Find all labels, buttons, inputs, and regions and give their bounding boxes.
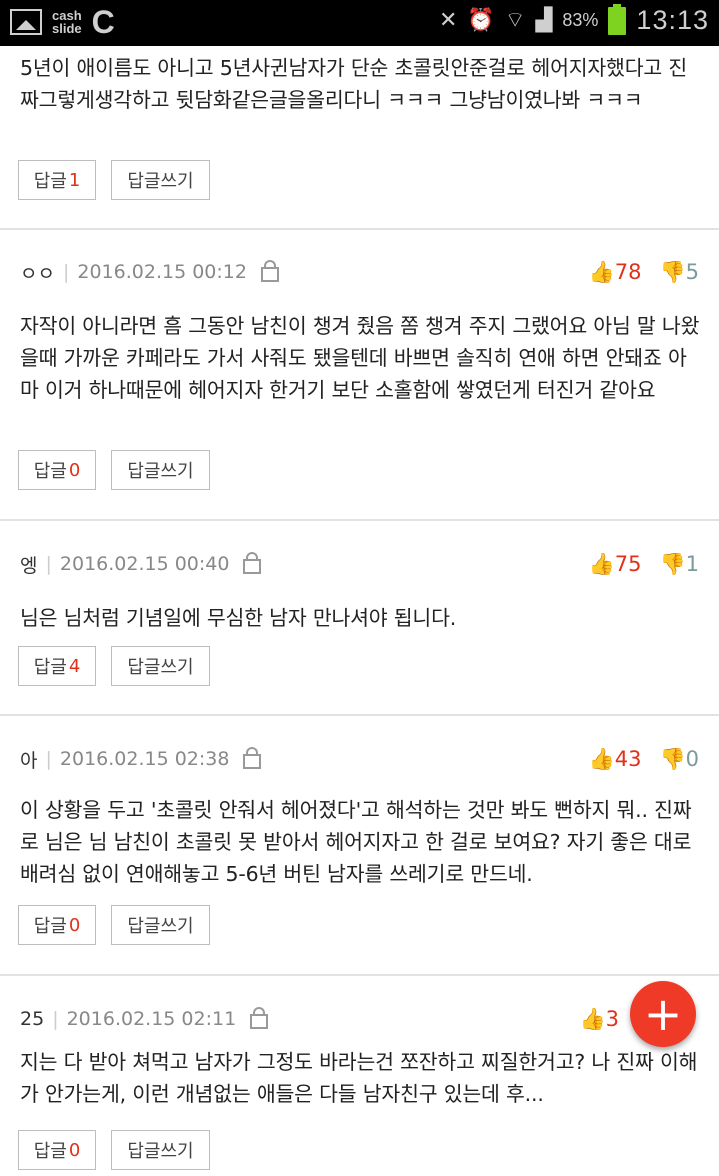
upvote-count: 3 [605, 1006, 619, 1031]
comment-actions: 답글 4 답글쓰기 [18, 646, 210, 686]
thumbs-down-icon: 👎 [659, 551, 686, 576]
reply-label: 답글 [33, 461, 67, 482]
downvote-button[interactable]: 👎1 [659, 552, 699, 577]
upvote-count: 75 [614, 551, 642, 576]
write-reply-button[interactable]: 답글쓰기 [111, 1130, 210, 1170]
lock-icon [243, 551, 262, 574]
comment-date: 2016.02.15 00:12 [77, 261, 247, 283]
comment-date: 2016.02.15 02:38 [59, 748, 230, 770]
comment-meta: 아 | 2016.02.15 02:38 👍43 👎0 [20, 744, 699, 774]
meta-divider: | [45, 748, 52, 770]
downvote-count: 5 [685, 259, 699, 284]
comment-author: ㅇㅇ [20, 262, 55, 285]
meta-divider: | [45, 553, 52, 575]
comment-meta: 엥 | 2016.02.15 00:40 👍75 👎1 [20, 549, 699, 579]
wifi-icon: ⌔ [504, 7, 526, 33]
downvote-button[interactable]: 👎5 [659, 260, 699, 285]
upvote-count: 43 [614, 746, 642, 771]
write-reply-button[interactable]: 답글쓰기 [111, 160, 210, 200]
comment-meta: ㅇㅇ | 2016.02.15 00:12 👍78 👎5 [20, 257, 699, 287]
comment-list: 5년이 애이름도 아니고 5년사귄남자가 단순 초콜릿안준걸로 헤어지자했다고 … [0, 46, 719, 1176]
upvote-button[interactable]: 👍78 [589, 260, 642, 285]
upvote-button[interactable]: 👍3 [579, 1007, 619, 1032]
upvote-button[interactable]: 👍43 [589, 747, 642, 772]
vote-group: 👍78 👎5 [589, 257, 699, 287]
comment-item: 5년이 애이름도 아니고 5년사귄남자가 단순 초콜릿안준걸로 헤어지자했다고 … [0, 46, 719, 230]
comment-author: 25 [20, 1008, 45, 1030]
reply-label: 답글 [33, 171, 67, 192]
status-bar-right: ✕ ⏰ ⌔ ▟ 83% 13:13 [438, 3, 709, 36]
thumbs-up-icon: 👍 [588, 259, 615, 284]
clock: 13:13 [636, 5, 709, 35]
floating-write-button[interactable]: + [630, 981, 696, 1047]
thumbs-up-icon: 👍 [588, 746, 615, 771]
comment-item: 아 | 2016.02.15 02:38 👍43 👎0 이 상황을 두고 '초콜… [0, 716, 719, 976]
alarm-icon: ⏰ [467, 7, 495, 33]
thumbs-up-icon: 👍 [579, 1006, 606, 1031]
comment-meta: 25 | 2016.02.15 02:11 👍3 [20, 1004, 699, 1034]
status-bar-left: cash slide C [10, 4, 115, 40]
reply-count: 1 [68, 169, 81, 191]
comment-item: 25 | 2016.02.15 02:11 👍3 지는 다 받아 쳐먹고 남자가… [0, 976, 719, 1176]
downvote-count: 1 [685, 551, 699, 576]
upvote-count: 78 [614, 259, 642, 284]
meta-divider: | [62, 261, 70, 283]
reply-count-button[interactable]: 답글 4 [18, 646, 96, 686]
lock-icon [250, 1006, 269, 1029]
comment-date: 2016.02.15 02:11 [66, 1008, 237, 1030]
meta-divider: | [52, 1008, 59, 1030]
vote-group: 👍3 [579, 1004, 619, 1034]
thumbs-down-icon: 👎 [659, 746, 686, 771]
image-icon [10, 9, 42, 35]
lock-icon [243, 746, 262, 769]
comment-actions: 답글 0 답글쓰기 [18, 1130, 210, 1170]
comment-body: 5년이 애이름도 아니고 5년사귄남자가 단순 초콜릿안준걸로 헤어지자했다고 … [20, 56, 688, 112]
write-reply-button[interactable]: 답글쓰기 [111, 450, 210, 490]
reply-label: 답글 [33, 916, 67, 937]
battery-icon [608, 3, 627, 35]
comment-author: 아 [20, 749, 38, 772]
cashslide-c-icon: C [91, 4, 115, 40]
mute-icon: ✕ [438, 7, 458, 33]
downvote-button[interactable]: 👎0 [659, 747, 699, 772]
status-bar: cash slide C ✕ ⏰ ⌔ ▟ 83% 13:13 [0, 0, 719, 46]
comment-actions: 답글 0 답글쓰기 [18, 450, 210, 490]
reply-count-button[interactable]: 답글 0 [18, 450, 96, 490]
thumbs-up-icon: 👍 [588, 551, 615, 576]
cashslide-logo-bottom: slide [52, 21, 82, 36]
vote-group: 👍43 👎0 [589, 744, 699, 774]
vote-group: 👍75 👎1 [589, 549, 699, 579]
write-reply-button[interactable]: 답글쓰기 [111, 646, 210, 686]
reply-count-button[interactable]: 답글 0 [18, 1130, 96, 1170]
reply-count-button[interactable]: 답글 0 [18, 905, 96, 945]
comment-actions: 답글 0 답글쓰기 [18, 905, 210, 945]
write-reply-button[interactable]: 답글쓰기 [111, 905, 210, 945]
comment-body: 이 상황을 두고 '초콜릿 안줘서 헤어졌다'고 해석하는 것만 봐도 뻔하지 … [20, 798, 692, 886]
comment-actions: 답글 1 답글쓰기 [18, 160, 210, 200]
signal-icon: ▟ [535, 7, 553, 33]
plus-icon: + [643, 987, 683, 1041]
reply-count: 0 [68, 1139, 81, 1161]
downvote-count: 0 [685, 746, 699, 771]
lock-icon [260, 259, 279, 282]
comment-body: 자작이 아니라면 흠 그동안 남친이 챙겨 줬음 쫌 챙겨 주지 그랬어요 아님… [20, 314, 700, 402]
comment-body: 지는 다 받아 쳐먹고 남자가 그정도 바라는건 쪼잔하고 찌질한거고? 나 진… [20, 1050, 698, 1106]
reply-label: 답글 [33, 1141, 67, 1162]
comment-body: 님은 님처럼 기념일에 무심한 남자 만나셔야 됩니다. [20, 606, 457, 630]
comment-author: 엥 [20, 554, 38, 577]
reply-label: 답글 [33, 657, 67, 678]
reply-count-button[interactable]: 답글 1 [18, 160, 96, 200]
reply-count: 0 [68, 459, 81, 481]
reply-count: 4 [68, 655, 81, 677]
comment-item: 엥 | 2016.02.15 00:40 👍75 👎1 님은 님처럼 기념일에 … [0, 521, 719, 716]
cashslide-logo: cash slide [52, 9, 82, 35]
battery-percent: 83% [562, 10, 599, 30]
comment-date: 2016.02.15 00:40 [59, 553, 230, 575]
upvote-button[interactable]: 👍75 [589, 552, 642, 577]
comment-item: ㅇㅇ | 2016.02.15 00:12 👍78 👎5 자작이 아니라면 흠 … [0, 230, 719, 521]
thumbs-down-icon: 👎 [659, 259, 686, 284]
reply-count: 0 [68, 914, 81, 936]
